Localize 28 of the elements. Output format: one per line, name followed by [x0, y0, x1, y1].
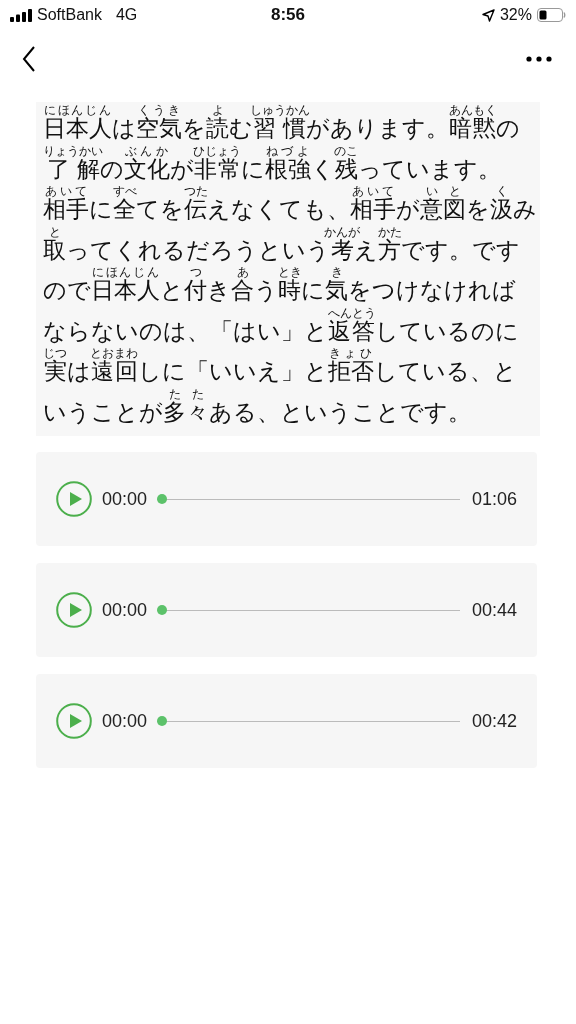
play-icon [56, 592, 92, 628]
play-button[interactable] [56, 592, 92, 628]
article-text: 日本人 にほんじん は空気 くうき を読 よ む習慣 しゅうかん があります。暗黙 あんもく の 了解 りょうかい の文化 ぶんか が非常 ひじょう に根強 ねづよ く 残 のこ っています。 相手 あいて に全 すべ てを伝 つた えなくても、相手 あいて が意図 いと を汲 く み 取 と ってくれるだろうという 考 かんが え方 かた です。ですので日本人 にほんじん と 付 つ き 合 あ う 時 とき に気 き をつけなければならないのは、「はい」と 返答 へんとう しているのに 実 じつ は遠回 とおまわ しに「いいえ」と 拒否 きょひ している、ということが多々 たた ある、ということです。 [43, 104, 538, 427]
duration-time: 00:44 [471, 599, 517, 621]
elapsed-time: 00:00 [102, 599, 148, 621]
progress-slider[interactable] [157, 715, 460, 727]
play-button[interactable] [56, 481, 92, 517]
more-icon [526, 56, 552, 62]
duration-time: 00:42 [471, 710, 517, 732]
progress-slider[interactable] [157, 604, 460, 616]
clock: 8:56 [271, 5, 305, 25]
play-icon [56, 703, 92, 739]
battery-icon [537, 8, 566, 22]
progress-slider[interactable] [157, 493, 460, 505]
play-icon [56, 481, 92, 517]
slider-thumb[interactable] [157, 494, 168, 504]
slider-thumb[interactable] [157, 716, 168, 726]
carrier-name: SoftBank [37, 6, 102, 24]
elapsed-time: 00:00 [102, 710, 148, 732]
back-icon [22, 46, 36, 72]
location-icon [481, 8, 495, 22]
duration-time: 01:06 [471, 488, 517, 510]
play-button[interactable] [56, 703, 92, 739]
signal-icon [10, 8, 32, 22]
elapsed-time: 00:00 [102, 488, 148, 510]
slider-thumb[interactable] [157, 605, 168, 615]
battery-percent: 32% [499, 6, 532, 24]
network-type: 4G [115, 6, 138, 24]
